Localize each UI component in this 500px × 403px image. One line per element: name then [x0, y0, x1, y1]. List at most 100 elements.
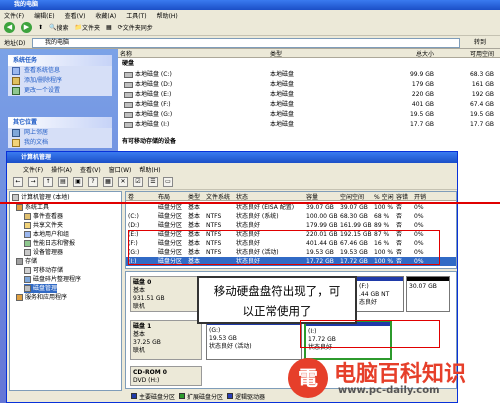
col-pct-free[interactable]: % 空闲: [372, 192, 394, 201]
col-type[interactable]: 类型: [268, 49, 378, 58]
drive-row-g[interactable]: 本地磁盘 (G:) 本地磁盘 19.5 GB 19.5 GB: [118, 110, 500, 120]
folder-sync-button[interactable]: ⟳ 文件夹同步: [118, 23, 153, 32]
up-icon[interactable]: ↑: [43, 177, 53, 187]
volume-cell-free: 68.30 GB: [340, 213, 368, 220]
menu-tools[interactable]: 工具(T): [126, 11, 146, 20]
disk-0-label[interactable]: 磁盘 0 基本 931.51 GB 联机: [130, 276, 202, 312]
drive-row-i[interactable]: 本地磁盘 (I:) 本地磁盘 17.7 GB 17.7 GB: [118, 120, 500, 130]
disk-icon[interactable]: ▭: [163, 177, 173, 187]
volume-row[interactable]: (C:) 磁盘分区 基本 NTFS 状态良好 (系统) 100.00 GB 68.30 GB…: [126, 212, 456, 221]
menu-view[interactable]: 查看(V): [65, 11, 86, 20]
tree-item-disk-management[interactable]: 磁盘管理: [24, 284, 58, 293]
disk-0-name: 磁盘 0: [133, 279, 152, 286]
menu-bar: 文件(F) 操作(A) 查看(V) 窗口(W) 帮助(H): [7, 163, 457, 175]
disk-1-name: 磁盘 1: [133, 323, 152, 330]
tree-item-services-apps[interactable]: 服务和应用程序: [16, 293, 67, 302]
properties-icon[interactable]: ▣: [73, 177, 83, 187]
col-layout[interactable]: 布局: [156, 192, 186, 201]
volume-row[interactable]: (D:) 磁盘分区 基本 NTFS 状态良好 179.99 GB 161.99 GB 89 %…: [126, 221, 456, 230]
disk-management-icon: [24, 285, 31, 292]
removable-storage-icon: [24, 267, 31, 274]
search-icon: 🔍: [49, 24, 57, 31]
menu-view[interactable]: 查看(V): [80, 165, 101, 174]
system-tasks-panel: 系统任务 查看系统信息 添加/删除程序 更改一个设置: [8, 55, 112, 96]
help-icon[interactable]: ?: [88, 177, 98, 187]
back-icon[interactable]: ←: [13, 177, 23, 187]
col-total[interactable]: 总大小: [378, 49, 438, 58]
col-type[interactable]: 类型: [186, 192, 204, 201]
col-overhead[interactable]: 开销: [412, 192, 430, 201]
up-folder-icon[interactable]: ⬆: [38, 24, 43, 31]
system-tasks-title[interactable]: 系统任务: [8, 55, 112, 66]
show-tree-icon[interactable]: ▤: [58, 177, 68, 187]
volume-cell-ovh: 0%: [414, 222, 424, 229]
volume-cell-type: 基本: [188, 213, 201, 220]
menu-file[interactable]: 文件(F): [23, 165, 43, 174]
col-status[interactable]: 状态: [234, 192, 304, 201]
menu-window[interactable]: 窗口(W): [109, 165, 132, 174]
partition-f[interactable]: (F:) .44 GB NT 态良好: [356, 276, 404, 312]
cdrom-label[interactable]: CD-ROM 0 DVD (H:): [130, 366, 202, 386]
volume-cell-ft: 否: [396, 213, 403, 220]
volume-row[interactable]: 磁盘分区 基本 状态良好 (EISA 配置) 39.07 GB 39.07 GB 100 …: [126, 203, 456, 212]
legend-swatch: [227, 393, 234, 399]
go-button[interactable]: 转到: [462, 37, 496, 48]
menu-action[interactable]: 操作(A): [51, 165, 72, 174]
red-guide-line: [0, 202, 500, 204]
drive-row-c[interactable]: 本地磁盘 (C:) 本地磁盘 99.9 GB 68.3 GB: [118, 70, 500, 80]
drive-row-e[interactable]: 本地磁盘 (E:) 本地磁盘 220 GB 192 GB: [118, 90, 500, 100]
menu-edit[interactable]: 编辑(E): [34, 11, 54, 20]
menu-favorites[interactable]: 收藏(A): [95, 11, 116, 20]
tree-item-defrag[interactable]: 磁盘碎片整理程序: [24, 275, 81, 284]
partition-unallocated[interactable]: 30.07 GB: [406, 276, 450, 312]
col-capacity[interactable]: 容量: [304, 192, 338, 201]
checklist-icon[interactable]: ☑: [133, 177, 143, 187]
change-setting-link[interactable]: 更改一个设置: [8, 86, 112, 96]
views-icon[interactable]: ▦: [106, 24, 112, 31]
menu-help[interactable]: 帮助(H): [139, 165, 160, 174]
tree-item-removable-storage[interactable]: 可移动存储: [24, 266, 63, 275]
tree-item-storage[interactable]: 存储: [16, 257, 37, 266]
add-remove-programs-link[interactable]: 添加/删除程序: [8, 76, 112, 86]
col-name[interactable]: 名称: [118, 49, 268, 58]
address-input[interactable]: 我的电脑: [32, 38, 460, 48]
tree-item-shared-folders[interactable]: 共享文件夹: [24, 221, 63, 230]
legend-swatch: [131, 393, 137, 399]
forward-icon[interactable]: ▶: [21, 22, 32, 33]
col-volume[interactable]: 卷: [126, 192, 156, 201]
volume-cell-status: 状态良好 (系统): [236, 213, 279, 220]
drive-row-f[interactable]: 本地磁盘 (F:) 本地磁盘 401 GB 67.4 GB: [118, 100, 500, 110]
tree-item-event-viewer[interactable]: 事件查看器: [24, 212, 63, 221]
col-fault-tolerance[interactable]: 容错: [394, 192, 412, 201]
drive-row-d[interactable]: 本地磁盘 (D:) 本地磁盘 179 GB 161 GB: [118, 80, 500, 90]
window-title: 计算机管理: [7, 152, 457, 163]
volume-cell-ovh: 0%: [414, 204, 424, 211]
tree-item-performance-logs[interactable]: 性能日志和警报: [24, 239, 75, 248]
my-documents-link[interactable]: 我的文档: [8, 138, 112, 148]
grid-icon[interactable]: ▦: [103, 177, 113, 187]
shared-folder-icon: [24, 222, 31, 229]
col-free[interactable]: 可用空间: [438, 49, 498, 58]
tree-item-device-manager[interactable]: 设备管理器: [24, 248, 63, 257]
list-icon[interactable]: ☰: [148, 177, 158, 187]
menu-file[interactable]: 文件(F): [4, 11, 24, 20]
view-system-info-link[interactable]: 查看系统信息: [8, 66, 112, 76]
tree-item-local-users[interactable]: 本地用户和组: [24, 230, 69, 239]
folder-icon: [12, 139, 20, 147]
other-places-title[interactable]: 其它位置: [8, 117, 112, 128]
toolbar: ◀ ▶ ⬆ 🔍 搜索 📁 文件夹 ▦ ⟳ 文件夹同步: [0, 20, 500, 36]
network-places-link[interactable]: 网上邻居: [8, 128, 112, 138]
search-button[interactable]: 🔍 搜索: [49, 23, 69, 32]
forward-icon[interactable]: →: [28, 177, 38, 187]
volume-cell-cap: 39.07 GB: [306, 204, 334, 211]
tree-item-system-tools[interactable]: 系统工具: [16, 203, 49, 212]
section-hdd: 硬盘: [122, 60, 135, 67]
tree-item-root[interactable]: 计算机管理 (本地): [12, 193, 70, 202]
col-filesystem[interactable]: 文件系统: [204, 192, 234, 201]
disk-1-label[interactable]: 磁盘 1 基本 37.25 GB 联机: [130, 320, 202, 360]
delete-icon[interactable]: ✕: [118, 177, 128, 187]
col-free-space[interactable]: 空闲空间: [338, 192, 372, 201]
back-icon[interactable]: ◀: [4, 22, 15, 33]
folders-button[interactable]: 📁 文件夹: [75, 23, 101, 32]
menu-help[interactable]: 帮助(H): [157, 11, 178, 20]
